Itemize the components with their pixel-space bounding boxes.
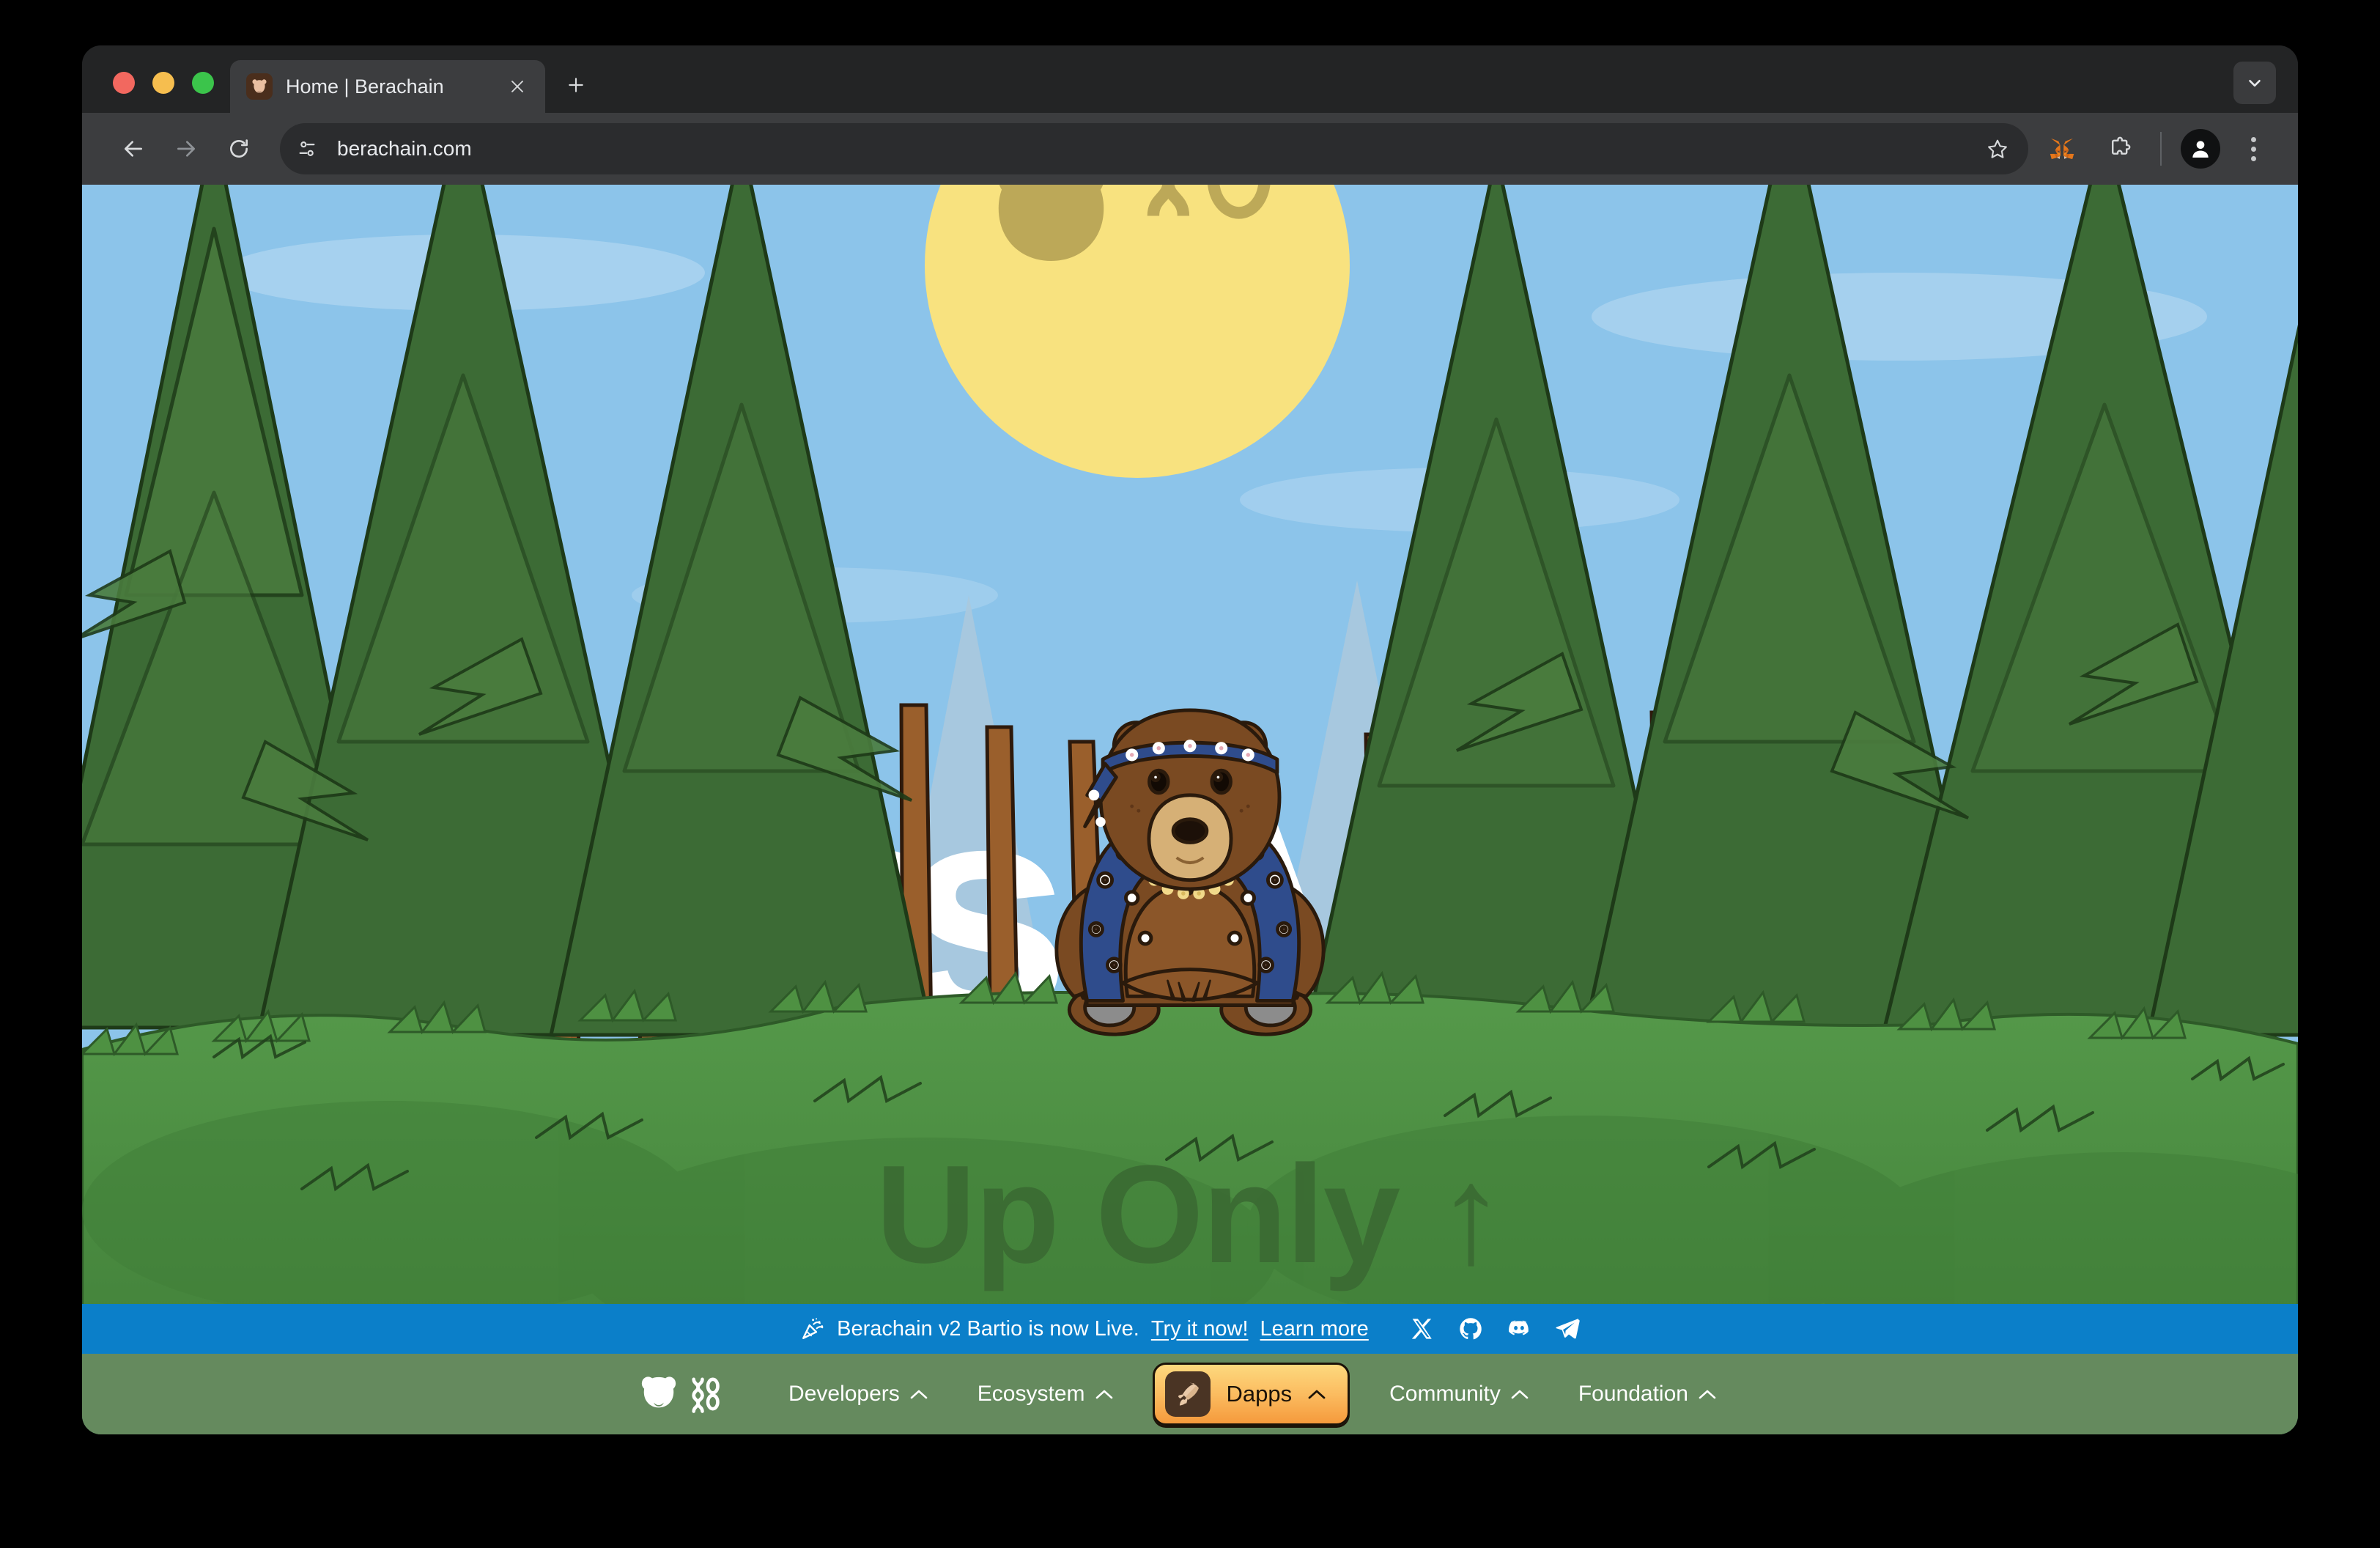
window-controls: [82, 72, 230, 113]
social-links: [1410, 1316, 1580, 1341]
forward-button[interactable]: [161, 124, 211, 174]
learn-more-link[interactable]: Learn more: [1260, 1317, 1369, 1341]
new-tab-button[interactable]: [555, 64, 596, 106]
x-twitter-icon[interactable]: [1410, 1316, 1435, 1341]
telegram-icon[interactable]: [1555, 1316, 1580, 1341]
close-window-button[interactable]: [113, 72, 135, 94]
hero-forest-illustration: Bears Ahead!: [82, 185, 2298, 1434]
extensions-puzzle-icon[interactable]: [2096, 124, 2146, 174]
page-viewport: Bears Ahead!: [82, 185, 2298, 1434]
chevron-up-icon: [910, 1389, 928, 1400]
reload-button[interactable]: [214, 124, 264, 174]
browser-toolbar: berachain.com: [82, 113, 2298, 185]
profile-avatar[interactable]: [2181, 129, 2220, 169]
bookmark-star-icon[interactable]: [1977, 128, 2018, 169]
nav-item-dapps[interactable]: Dapps: [1152, 1363, 1350, 1426]
berachain-logo[interactable]: [639, 1374, 720, 1414]
toolbar-divider: [2160, 132, 2162, 166]
menu-dot: [2250, 146, 2256, 152]
browser-tab[interactable]: Home | Berachain: [230, 60, 545, 113]
announcement-banner: Berachain v2 Bartio is now Live. Try it …: [82, 1304, 2298, 1354]
rocket-icon: [1164, 1371, 1211, 1417]
chevron-up-icon: [1511, 1389, 1529, 1400]
metamask-extension-icon[interactable]: [2037, 124, 2087, 174]
nav-item-community[interactable]: Community: [1364, 1382, 1553, 1407]
site-settings-icon[interactable]: [286, 128, 328, 170]
tab-search-button[interactable]: [2233, 62, 2276, 104]
bear-favicon-icon: [246, 73, 273, 100]
nav-item-developers[interactable]: Developers: [764, 1382, 953, 1407]
banner-message-group: Berachain v2 Bartio is now Live. Try it …: [800, 1316, 1369, 1341]
url-text[interactable]: berachain.com: [337, 137, 1968, 161]
nav-item-ecosystem[interactable]: Ecosystem: [953, 1382, 1138, 1407]
back-button[interactable]: [108, 124, 158, 174]
try-it-now-link[interactable]: Try it now!: [1151, 1317, 1249, 1341]
chevron-up-icon: [1308, 1389, 1326, 1400]
site-navigation-bar: Developers Ecosystem Dapps Community Fou…: [82, 1354, 2298, 1434]
nav-item-label: Community: [1389, 1382, 1501, 1406]
nav-item-label: Foundation: [1578, 1382, 1688, 1406]
party-popper-icon: [800, 1316, 825, 1341]
tab-title: Home | Berachain: [286, 75, 444, 97]
discord-icon[interactable]: [1507, 1316, 1531, 1341]
nav-item-foundation[interactable]: Foundation: [1553, 1382, 1741, 1407]
chevron-up-icon: [1699, 1389, 1716, 1400]
maximize-window-button[interactable]: [192, 72, 214, 94]
browser-window: Home | Berachain berachain.com Up Only ↑…: [82, 45, 2298, 1434]
address-bar[interactable]: berachain.com: [280, 123, 2028, 174]
menu-dot: [2250, 136, 2256, 142]
banner-message: Berachain v2 Bartio is now Live.: [837, 1316, 1139, 1341]
menu-dot: [2250, 155, 2256, 161]
chrome-menu-button[interactable]: [2231, 126, 2276, 172]
minimize-window-button[interactable]: [152, 72, 174, 94]
tab-strip: Home | Berachain: [82, 45, 2298, 113]
nav-item-label: Dapps: [1226, 1381, 1293, 1407]
nav-item-label: Ecosystem: [977, 1382, 1085, 1406]
close-tab-button[interactable]: [503, 72, 532, 101]
nav-item-label: Developers: [788, 1382, 900, 1406]
svg-text:Up Only ↑: Up Only ↑: [876, 1137, 1504, 1292]
chevron-up-icon: [1095, 1389, 1113, 1400]
github-icon[interactable]: [1458, 1316, 1483, 1341]
